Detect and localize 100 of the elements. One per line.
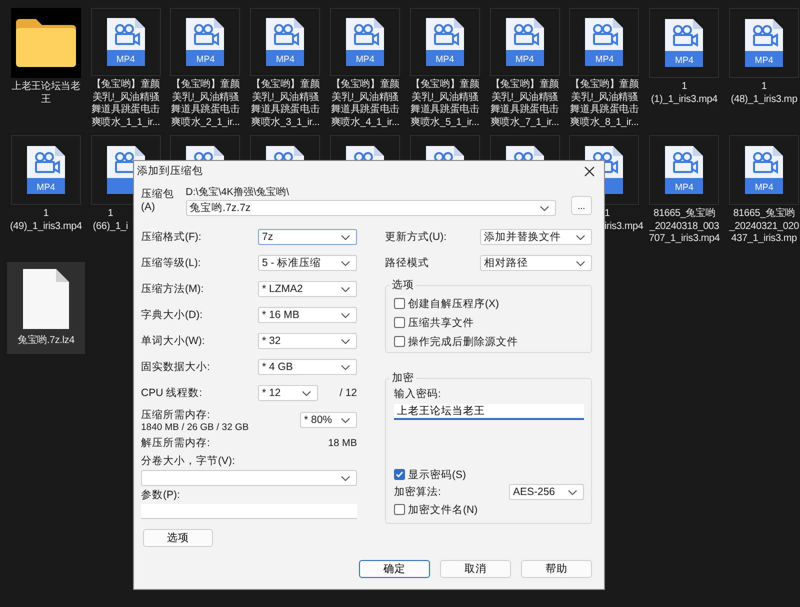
input-field[interactable] — [141, 504, 357, 519]
folder-path: D:\兔宝\4K撸强\兔宝哟\ — [186, 186, 290, 199]
file-name: _20240321_020 — [729, 220, 799, 233]
password-field[interactable]: 上老王论坛当老王 — [394, 404, 584, 420]
field-label: 单词大小(W): — [141, 334, 206, 348]
field-label: 加密算法: — [394, 485, 441, 499]
checkbox-label: 显示密码(S) — [408, 468, 466, 482]
checkbox-label: 创建自解压程序(X) — [408, 296, 499, 310]
dropdown[interactable]: AES-256 — [509, 484, 584, 500]
checkbox[interactable] — [394, 336, 405, 347]
caret-icon — [576, 234, 585, 240]
options-button[interactable]: 选项 — [143, 529, 213, 547]
dialog-button[interactable]: 帮助 — [521, 560, 592, 578]
file-name: iris3.mp4 — [604, 220, 644, 233]
dialog-button[interactable]: 取消 — [440, 560, 511, 578]
file-name: 爽喷水_3_1_ir... — [251, 116, 320, 129]
dropdown[interactable]: * LZMA2 — [258, 281, 357, 297]
archive-label: 压缩包(A) — [141, 187, 175, 215]
file-type-label: MP4 — [674, 54, 695, 66]
thread-count: / 12 — [339, 387, 357, 399]
file-name: 【兔宝哟】童颜 — [250, 79, 320, 92]
dropdown[interactable]: 相对路径 — [480, 255, 592, 271]
video-file-icon — [744, 18, 784, 68]
field-label: 输入密码: — [394, 387, 442, 401]
group-title: 选项 — [390, 278, 416, 292]
file-name: 爽喷水_1_1_ir... — [91, 116, 160, 129]
memory-value: 18 MB — [328, 438, 357, 448]
file-type-label: MP4 — [754, 181, 774, 193]
file-name: 美乳!_风油精骚 — [571, 92, 638, 104]
file-type-label: MP4 — [115, 53, 136, 65]
file-name: 舞道具跳蛋电击 — [91, 104, 160, 116]
file-name: (1)_1_iris3.mp4 — [651, 94, 718, 106]
file-type-label: MP4 — [514, 53, 535, 65]
checkbox[interactable] — [394, 469, 405, 480]
field-label: 解压所需内存: — [141, 436, 210, 450]
checkbox[interactable] — [394, 504, 405, 515]
file-type-label: MP4 — [36, 181, 56, 193]
file-name: 1 — [43, 208, 49, 220]
dropdown[interactable]: * 12 — [258, 385, 318, 401]
checkbox[interactable] — [394, 298, 405, 309]
file-name: (48)_1_iris3.mp — [730, 94, 798, 106]
file-name: 美乳!_风油精骚 — [252, 92, 319, 104]
dropdown[interactable]: * 32 — [258, 333, 357, 349]
video-file-icon — [345, 17, 386, 67]
dropdown[interactable]: 5 - 标准压缩 — [258, 255, 357, 271]
video-file-icon — [106, 17, 146, 67]
caret-icon — [341, 234, 350, 240]
file-type-label: MP4 — [594, 53, 615, 65]
caret-icon — [341, 418, 350, 422]
video-file-icon — [664, 18, 704, 68]
field-label: 固实数据大小: — [141, 360, 211, 374]
file-name: (66)_1_i — [92, 220, 128, 233]
checkbox-label: 压缩共享文件 — [408, 316, 474, 330]
dropdown[interactable]: 7z — [258, 229, 357, 245]
archive-name-dropdown[interactable]: 兔宝哟.7z.7z — [186, 200, 556, 216]
caret-icon — [341, 338, 350, 344]
dropdown[interactable]: * 4 GB — [258, 359, 357, 375]
field-label: 路径模式 — [385, 256, 430, 270]
file-name: 舞道具跳蛋电击 — [171, 104, 240, 116]
group-title: 加密 — [390, 371, 416, 385]
file-name: 1 — [682, 81, 687, 94]
field-label: 参数(P): — [141, 488, 181, 502]
file-type-label: MP4 — [754, 54, 774, 66]
dropdown[interactable]: * 16 MB — [258, 307, 357, 323]
caret-icon — [576, 260, 585, 266]
file-tile[interactable]: 兔宝哟.7z.lz4 — [7, 262, 85, 354]
video-file-icon — [185, 17, 226, 67]
file-name: 美乳!_风油精骚 — [412, 92, 478, 104]
file-name: 舞道具跳蛋电击 — [490, 104, 559, 116]
field-label: 压缩方法(M): — [141, 282, 205, 296]
video-file-icon — [504, 17, 545, 67]
file-name: 美乳!_风油精骚 — [92, 92, 160, 104]
file-name: 爽喷水_7_1_ir... — [490, 116, 559, 129]
close-icon[interactable] — [584, 166, 595, 176]
file-name: 舞道具跳蛋电击 — [330, 104, 400, 116]
file-name: 【兔宝哟】童颜 — [490, 79, 559, 92]
file-name: 舞道具跳蛋电击 — [570, 104, 639, 116]
file-name: 舞道具跳蛋电击 — [250, 104, 320, 116]
file-name: 美乳!_风油精骚 — [332, 92, 398, 104]
file-name: 81665_兔宝哟 — [654, 208, 716, 220]
checkbox-label: 加密文件名(N) — [408, 502, 478, 516]
dialog-button[interactable]: 确定 — [359, 560, 430, 578]
file-name: 【兔宝哟】童颜 — [410, 79, 480, 92]
file-name: 1 — [761, 81, 767, 94]
file-name: 707_1_iris3.mp4 — [648, 233, 720, 246]
file-name: (49)_1_iris3.mp4 — [10, 220, 82, 233]
field-label: 字典大小(D): — [141, 308, 204, 322]
file-name: 爽喷水_2_1_ir... — [171, 116, 240, 129]
caret-icon — [341, 364, 350, 370]
browse-button[interactable]: ... — [570, 196, 592, 215]
dropdown[interactable]: * 80% — [300, 412, 357, 428]
file-name: 美乳!_风油精骚 — [172, 92, 239, 104]
field-label: 压缩所需内存: — [141, 408, 211, 422]
file-name: 王 — [40, 94, 51, 106]
file-name: 【兔宝哟】童颜 — [570, 79, 639, 92]
file-name: 爽喷水_8_1_ir... — [570, 116, 639, 129]
video-file-icon — [26, 145, 66, 195]
caret-icon — [568, 490, 577, 494]
checkbox[interactable] — [394, 317, 405, 328]
dropdown[interactable]: 添加并替换文件 — [480, 229, 592, 245]
